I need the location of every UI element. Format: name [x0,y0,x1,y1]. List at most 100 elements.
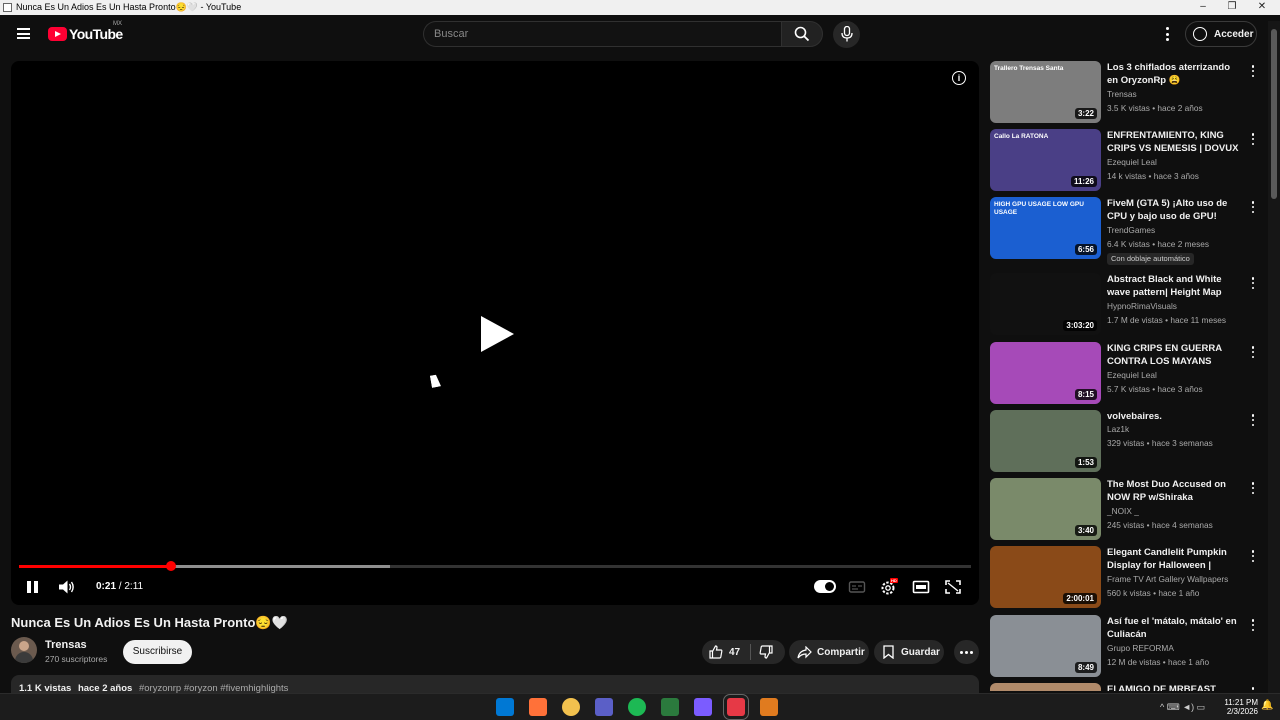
channel-name[interactable]: _NOIX _ [1107,506,1247,516]
settings-menu-icon[interactable] [1163,27,1171,41]
video-title[interactable]: Así fue el 'mátalo, mátalo' en Culiacán [1107,615,1242,641]
recommendation-card[interactable]: 1:53 volvebaires. Laz1k 329 vistas • hace 3… [990,410,1265,472]
recommendation-card[interactable]: 8:15 KING CRIPS EN GUERRA CONTRA LOS MAYA… [990,342,1265,404]
channel-name[interactable]: Ezequiel Leal [1107,370,1247,380]
video-title[interactable]: Abstract Black and White wave pattern| H… [1107,273,1242,300]
video-title[interactable]: El AMIGO DE MRBEAST [1107,683,1242,691]
share-icon [797,645,812,658]
card-menu-icon[interactable] [1251,65,1255,77]
card-menu-icon[interactable] [1251,687,1255,691]
signin-button[interactable]: Acceder [1185,21,1257,47]
menu-icon[interactable] [17,28,30,39]
like-button[interactable]: 47 [702,640,740,664]
video-thumbnail[interactable]: 1:53 [990,410,1101,472]
scrollbar-thumb[interactable] [1271,29,1277,199]
taskbar-app-icon[interactable] [760,698,778,716]
video-title[interactable]: Elegant Candlelit Pumpkin Display for Ha… [1107,546,1242,573]
clock-date: 2/3/2026 [1226,707,1258,716]
progress-bar[interactable] [19,561,971,571]
video-stats: 12 M de vistas • hace 1 año [1107,657,1247,667]
share-button[interactable]: Compartir [789,640,869,664]
video-thumbnail[interactable]: 2:00:01 [990,546,1101,608]
pause-icon[interactable] [27,581,38,593]
video-thumbnail[interactable]: Trallero Trensas Santa 3:22 [990,61,1101,123]
taskbar-app-icon[interactable] [694,698,712,716]
video-title[interactable]: KING CRIPS EN GUERRA CONTRA LOS MAYANS [1107,342,1242,368]
recommendation-card[interactable]: El AMIGO DE MRBEAST [990,683,1265,691]
close-button[interactable]: ✕ [1248,0,1276,15]
video-thumbnail[interactable]: 8:15 [990,342,1101,404]
scrubber-handle[interactable] [166,561,177,571]
maximize-button[interactable]: ❐ [1218,0,1246,15]
dislike-button[interactable] [751,640,773,664]
recommendation-card[interactable]: 8:49 Así fue el 'mátalo, mátalo' en Culia… [990,615,1265,677]
save-label: Guardar [901,646,940,658]
theater-mode-icon[interactable] [912,579,930,595]
taskbar-app-icon[interactable] [661,698,679,716]
video-duration: 8:49 [1074,662,1097,673]
video-thumbnail[interactable]: HIGH GPU USAGE LOW GPU USAGE 6:56 [990,197,1101,259]
taskbar-app-icon[interactable] [628,698,646,716]
video-title[interactable]: Los 3 chiflados aterrizando en OryzonRp … [1107,61,1242,87]
page-scrollbar[interactable] [1268,21,1280,700]
video-title[interactable]: ENFRENTAMIENTO, KING CRIPS VS NEMESIS | … [1107,129,1242,156]
taskbar-app-icon[interactable] [496,698,514,716]
channel-name[interactable]: HypnoRimaVisuals [1107,301,1247,311]
large-play-icon[interactable] [481,316,514,352]
recommendation-card[interactable]: 3:03:20 Abstract Black and White wave pat… [990,273,1265,335]
windows-taskbar: ^ ⌨ ◄) ▭ 11:21 PM 2/3/2026 🔔 [0,693,1280,720]
video-title[interactable]: FiveM (GTA 5) ¡Alto uso de CPU y bajo us… [1107,197,1242,224]
info-icon[interactable]: i [952,71,966,85]
video-title[interactable]: The Most Duo Accused on NOW RP w/Shiraka [1107,478,1242,504]
video-thumbnail[interactable]: Callo La RATONA 11:26 [990,129,1101,191]
channel-avatar[interactable] [11,637,37,663]
recommendation-card[interactable]: 2:00:01 Elegant Candlelit Pumpkin Display… [990,546,1265,608]
voice-search-button[interactable] [833,21,860,48]
tray-icons[interactable]: ^ ⌨ ◄) ▭ [1160,703,1205,712]
subscribe-button[interactable]: Suscribirse [123,640,192,664]
card-menu-icon[interactable] [1251,277,1255,289]
taskbar-app-icon[interactable] [723,694,749,720]
taskbar-app-icon[interactable] [529,698,547,716]
recommendation-card[interactable]: 3:40 The Most Duo Accused on NOW RP w/Shi… [990,478,1265,540]
video-thumbnail[interactable] [990,683,1101,691]
card-menu-icon[interactable] [1251,482,1255,494]
card-menu-icon[interactable] [1251,346,1255,358]
more-actions-button[interactable] [954,640,979,664]
search-button[interactable] [781,21,823,47]
settings-button[interactable]: HD [880,578,898,595]
video-title[interactable]: volvebaires. [1107,410,1242,423]
recommendation-card[interactable]: Trallero Trensas Santa 3:22 Los 3 chiflado… [990,61,1265,123]
channel-name[interactable]: Trensas [1107,89,1247,99]
channel-name[interactable]: Frame TV Art Gallery Wallpapers [1107,574,1247,584]
taskbar-app-icon[interactable] [595,698,613,716]
channel-name[interactable]: Laz1k [1107,424,1247,434]
notification-bell-icon[interactable]: 🔔 [1261,701,1273,711]
video-duration: 11:26 [1070,176,1097,187]
system-clock[interactable]: 11:21 PM 2/3/2026 [1213,698,1258,716]
volume-icon[interactable] [59,580,75,594]
fullscreen-icon[interactable] [944,579,962,595]
channel-name[interactable]: Ezequiel Leal [1107,157,1247,167]
card-menu-icon[interactable] [1251,619,1255,631]
card-menu-icon[interactable] [1251,133,1255,145]
recommendation-card[interactable]: Callo La RATONA 11:26 ENFRENTAMIENTO, KING… [990,129,1265,191]
video-player[interactable]: i 0:21 / 2:11 HD [11,61,979,605]
channel-name[interactable]: Trensas [45,639,87,651]
channel-name[interactable]: TrendGames [1107,225,1247,235]
taskbar-app-icon[interactable] [562,698,580,716]
search-input[interactable]: Buscar [423,21,782,47]
save-button[interactable]: Guardar [874,640,944,664]
youtube-logo[interactable]: YouTube MX [48,21,123,42]
autoplay-toggle[interactable] [814,580,836,593]
video-thumbnail[interactable]: 3:40 [990,478,1101,540]
card-menu-icon[interactable] [1251,201,1255,213]
minimize-button[interactable]: – [1189,0,1217,15]
channel-name[interactable]: Grupo REFORMA [1107,643,1247,653]
recommendation-card[interactable]: HIGH GPU USAGE LOW GPU USAGE 6:56 FiveM (G… [990,197,1265,265]
video-thumbnail[interactable]: 8:49 [990,615,1101,677]
video-thumbnail[interactable]: 3:03:20 [990,273,1101,335]
card-menu-icon[interactable] [1251,550,1255,562]
subtitles-icon[interactable] [848,579,866,595]
card-menu-icon[interactable] [1251,414,1255,426]
